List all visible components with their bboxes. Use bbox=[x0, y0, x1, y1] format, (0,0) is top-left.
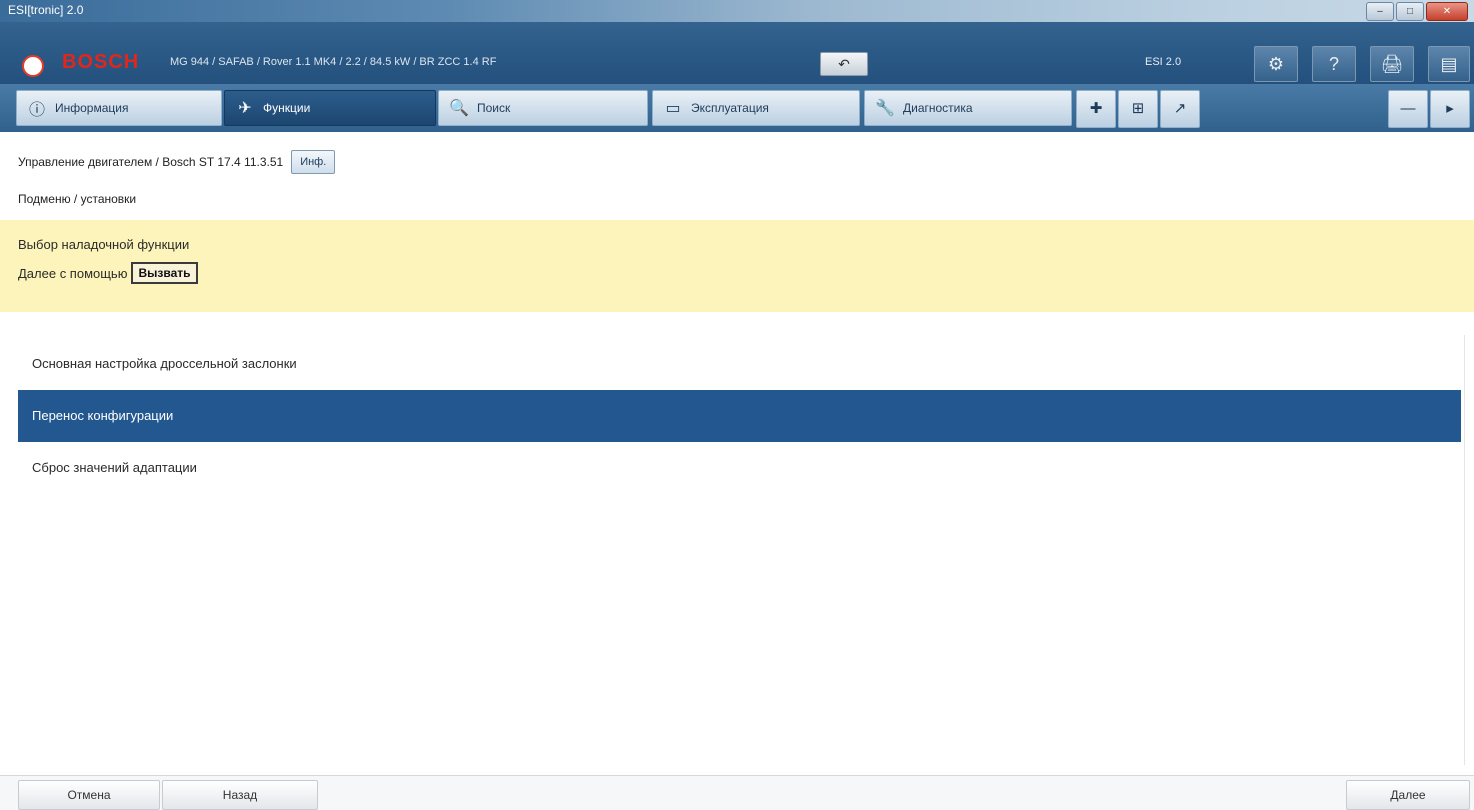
tab-label: Диагностика bbox=[903, 101, 973, 115]
add-button[interactable]: ✚ bbox=[1076, 90, 1116, 128]
esi-version-label: ESI 2.0 bbox=[1145, 56, 1182, 68]
call-button[interactable]: Вызвать bbox=[131, 262, 198, 284]
next-button[interactable]: ▸ bbox=[1430, 90, 1470, 128]
brand-name: BOSCH bbox=[62, 51, 140, 73]
tab-functions[interactable]: ✈ Функции bbox=[224, 90, 436, 126]
undo-button[interactable]: ↶ bbox=[820, 52, 868, 76]
search-icon: 🔍 bbox=[449, 100, 469, 117]
window-title-bar: ESI[tronic] 2.0 – □ ✕ bbox=[0, 0, 1474, 22]
list-item-selected[interactable]: Перенос конфигурации bbox=[18, 390, 1461, 442]
scrollbar[interactable] bbox=[1464, 335, 1473, 765]
wrench-icon: 🔧 bbox=[875, 100, 895, 117]
help-icon: ? bbox=[1328, 54, 1339, 74]
plane-icon: ✈ bbox=[238, 100, 252, 117]
tab-label: Поиск bbox=[477, 101, 511, 115]
chevron-right-icon: ▸ bbox=[1446, 100, 1454, 117]
arrow-up-right-icon: ↗ bbox=[1173, 100, 1187, 117]
breadcrumb-path: Управление двигателем / Bosch ST 17.4 11… bbox=[18, 155, 284, 169]
display-icon: ▭ bbox=[665, 100, 681, 117]
instruction-title: Выбор наладочной функции bbox=[18, 237, 190, 252]
tab-information[interactable]: ⓘ Информация bbox=[16, 90, 222, 126]
tab-operation[interactable]: ▭ Эксплуатация bbox=[652, 90, 860, 126]
info-icon: ⓘ bbox=[28, 102, 45, 119]
undo-icon: ↶ bbox=[838, 56, 850, 72]
external-button[interactable]: ↗ bbox=[1160, 90, 1200, 128]
plus-icon: ✚ bbox=[1089, 100, 1103, 117]
main-nav: ⓘ Информация ✈ Функции 🔍 Поиск ▭ Эксплуа… bbox=[0, 84, 1474, 132]
vehicle-info: MG 944 / SAFAB / Rover 1.1 MK4 / 2.2 / 8… bbox=[170, 56, 497, 68]
settings-button[interactable]: ⚙ bbox=[1254, 46, 1298, 82]
sub-breadcrumb: Подменю / установки bbox=[18, 192, 137, 206]
back-button[interactable]: Назад bbox=[162, 780, 318, 810]
window-controls: – □ ✕ bbox=[1366, 2, 1468, 21]
list-item[interactable]: Сброс значений адаптации bbox=[18, 442, 1461, 494]
minimize-button[interactable]: – bbox=[1366, 2, 1394, 21]
instruction-panel: Выбор наладочной функции Далее с помощью… bbox=[0, 220, 1474, 312]
maximize-button[interactable]: □ bbox=[1396, 2, 1424, 21]
breadcrumb: Управление двигателем / Bosch ST 17.4 11… bbox=[18, 150, 336, 174]
tab-label: Эксплуатация bbox=[691, 101, 769, 115]
bosch-logo-icon bbox=[22, 55, 44, 77]
minimize-panel-button[interactable]: — bbox=[1388, 90, 1428, 128]
help-button[interactable]: ? bbox=[1312, 46, 1356, 82]
function-list: Основная настройка дроссельной заслонки … bbox=[18, 338, 1461, 494]
tab-diagnostics[interactable]: 🔧 Диагностика bbox=[864, 90, 1072, 126]
tab-label: Функции bbox=[263, 101, 311, 115]
dash-icon: — bbox=[1400, 100, 1416, 117]
list-item[interactable]: Основная настройка дроссельной заслонки bbox=[18, 338, 1461, 390]
tab-search[interactable]: 🔍 Поиск bbox=[438, 90, 648, 126]
menu-button[interactable]: ▤ bbox=[1428, 46, 1470, 82]
close-button[interactable]: ✕ bbox=[1426, 2, 1468, 21]
continue-button[interactable]: Далее bbox=[1346, 780, 1470, 810]
instruction-text: Далее с помощью Вызвать bbox=[18, 262, 198, 284]
cancel-button[interactable]: Отмена bbox=[18, 780, 160, 810]
print-button[interactable]: 🖨 bbox=[1370, 46, 1414, 82]
menu-icon: ▤ bbox=[1440, 54, 1458, 74]
window-title: ESI[tronic] 2.0 bbox=[8, 3, 84, 17]
tab-label: Информация bbox=[55, 101, 129, 115]
instruction-prefix: Далее с помощью bbox=[18, 265, 128, 281]
printer-icon: 🖨 bbox=[1380, 54, 1404, 74]
grid-button[interactable]: ⊞ bbox=[1118, 90, 1158, 128]
grid-icon: ⊞ bbox=[1131, 100, 1145, 117]
footer-bar: Отмена Назад Далее bbox=[0, 775, 1474, 810]
gear-icon: ⚙ bbox=[1267, 54, 1285, 74]
info-button[interactable]: Инф. bbox=[291, 150, 336, 174]
brand-bar: BOSCH MG 944 / SAFAB / Rover 1.1 MK4 / 2… bbox=[0, 22, 1474, 84]
